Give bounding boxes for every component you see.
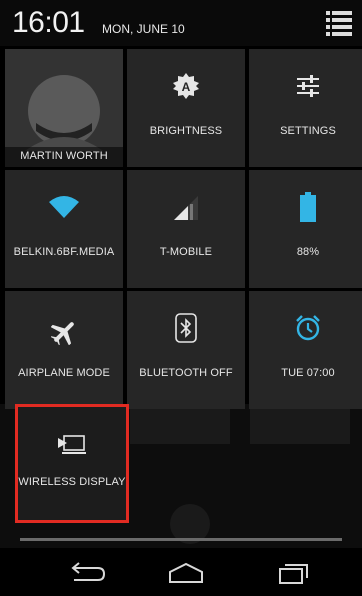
- brightness-tile[interactable]: A BRIGHTNESS: [127, 49, 245, 167]
- battery-tile[interactable]: 88%: [249, 170, 362, 288]
- bluetooth-label: BLUETOOTH OFF: [139, 367, 233, 379]
- date: MON, JUNE 10: [102, 22, 185, 36]
- airplane-mode-tile[interactable]: AIRPLANE MODE: [5, 291, 123, 409]
- clock: 16:01: [12, 6, 85, 39]
- svg-text:A: A: [182, 80, 191, 94]
- wifi-tile[interactable]: BELKIN.6BF.MEDIA: [5, 170, 123, 288]
- settings-label: SETTINGS: [280, 125, 336, 137]
- brightness-label: BRIGHTNESS: [149, 125, 223, 137]
- alarm-tile[interactable]: TUE 07:00: [249, 291, 362, 409]
- wifi-label: BELKIN.6BF.MEDIA: [13, 246, 115, 258]
- mobile-network-tile[interactable]: T-MOBILE: [127, 170, 245, 288]
- airplane-mode-label: AIRPLANE MODE: [18, 367, 110, 379]
- avatar-icon: [24, 75, 104, 151]
- wifi-icon: [49, 196, 79, 218]
- recents-icon[interactable]: [272, 558, 316, 588]
- mobile-network-label: T-MOBILE: [159, 246, 213, 258]
- user-tile[interactable]: MARTIN WORTH: [5, 49, 123, 167]
- airplane-icon: [51, 322, 74, 345]
- bluetooth-tile[interactable]: BLUETOOTH OFF: [127, 291, 245, 409]
- navigation-bar: [0, 548, 362, 596]
- alarm-label: TUE 07:00: [281, 367, 335, 379]
- panel-handle[interactable]: [20, 538, 342, 541]
- brightness-auto-icon: A: [173, 73, 199, 99]
- battery-icon: [300, 192, 316, 222]
- sliders-icon: [297, 75, 319, 97]
- back-icon[interactable]: [66, 558, 110, 588]
- settings-list-icon[interactable]: [326, 10, 354, 36]
- bluetooth-icon: [175, 313, 197, 343]
- home-icon[interactable]: [164, 558, 208, 588]
- user-name: MARTIN WORTH: [5, 147, 123, 167]
- battery-label: 88%: [296, 246, 320, 258]
- signal-icon: [174, 196, 198, 220]
- alarm-icon: [296, 315, 320, 341]
- status-bar: 16:01 MON, JUNE 10: [0, 0, 362, 46]
- settings-tile[interactable]: SETTINGS: [249, 49, 362, 167]
- highlight-box: [15, 404, 129, 523]
